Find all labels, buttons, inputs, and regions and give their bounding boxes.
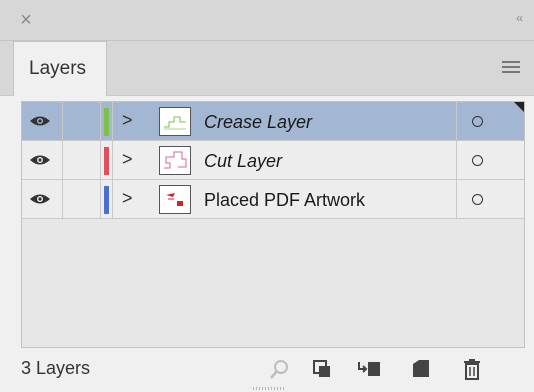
layer-name[interactable]: Placed PDF Artwork xyxy=(204,190,365,211)
target-circle-icon[interactable] xyxy=(472,116,483,127)
expand-chevron-icon[interactable]: > xyxy=(122,110,133,131)
layer-count: 3 Layers xyxy=(21,358,91,378)
layer-color-swatch xyxy=(104,186,109,214)
layer-color-swatch xyxy=(104,108,109,136)
layer-thumbnail xyxy=(159,146,191,175)
panel-titlebar: × ‹‹ xyxy=(0,0,534,41)
visibility-toggle[interactable] xyxy=(22,102,62,140)
layer-row-cut[interactable]: > Cut Layer xyxy=(22,141,524,180)
collapse-panel-icon[interactable]: ‹‹ xyxy=(516,11,523,25)
hamburger-menu-icon[interactable] xyxy=(502,61,520,75)
visibility-toggle[interactable] xyxy=(22,180,62,218)
delete-icon[interactable] xyxy=(461,358,483,382)
expand-chevron-icon[interactable]: > xyxy=(122,149,133,170)
target-circle-icon[interactable] xyxy=(472,155,483,166)
clipping-mask-icon[interactable] xyxy=(311,358,333,380)
eye-icon xyxy=(30,116,50,126)
layer-name[interactable]: Cut Layer xyxy=(204,151,282,172)
resize-grip[interactable] xyxy=(253,387,285,390)
selected-art-indicator xyxy=(514,102,524,112)
eye-icon xyxy=(30,155,50,165)
layer-row-placed-pdf[interactable]: > Placed PDF Artwork xyxy=(22,180,524,219)
layer-name[interactable]: Crease Layer xyxy=(204,112,312,133)
search-icon[interactable] xyxy=(268,358,290,382)
target-circle-icon[interactable] xyxy=(472,194,483,205)
tab-layers-label: Layers xyxy=(29,58,87,79)
eye-icon xyxy=(30,194,50,204)
tab-row: Layers xyxy=(0,41,534,96)
layers-list: > Crease Layer > Cut Layer > Placed PDF … xyxy=(21,101,525,348)
panel-footer: 3 Layers xyxy=(0,348,534,392)
close-icon[interactable]: × xyxy=(14,8,38,32)
new-sublayer-icon[interactable] xyxy=(357,358,383,380)
expand-chevron-icon[interactable]: > xyxy=(122,188,133,209)
layer-thumbnail xyxy=(159,107,191,136)
layer-thumbnail xyxy=(159,185,191,214)
layer-row-crease[interactable]: > Crease Layer xyxy=(22,102,524,141)
layer-color-swatch xyxy=(104,147,109,175)
new-layer-icon[interactable] xyxy=(410,358,432,380)
visibility-toggle[interactable] xyxy=(22,141,62,179)
tab-layers[interactable]: Layers xyxy=(13,41,107,96)
